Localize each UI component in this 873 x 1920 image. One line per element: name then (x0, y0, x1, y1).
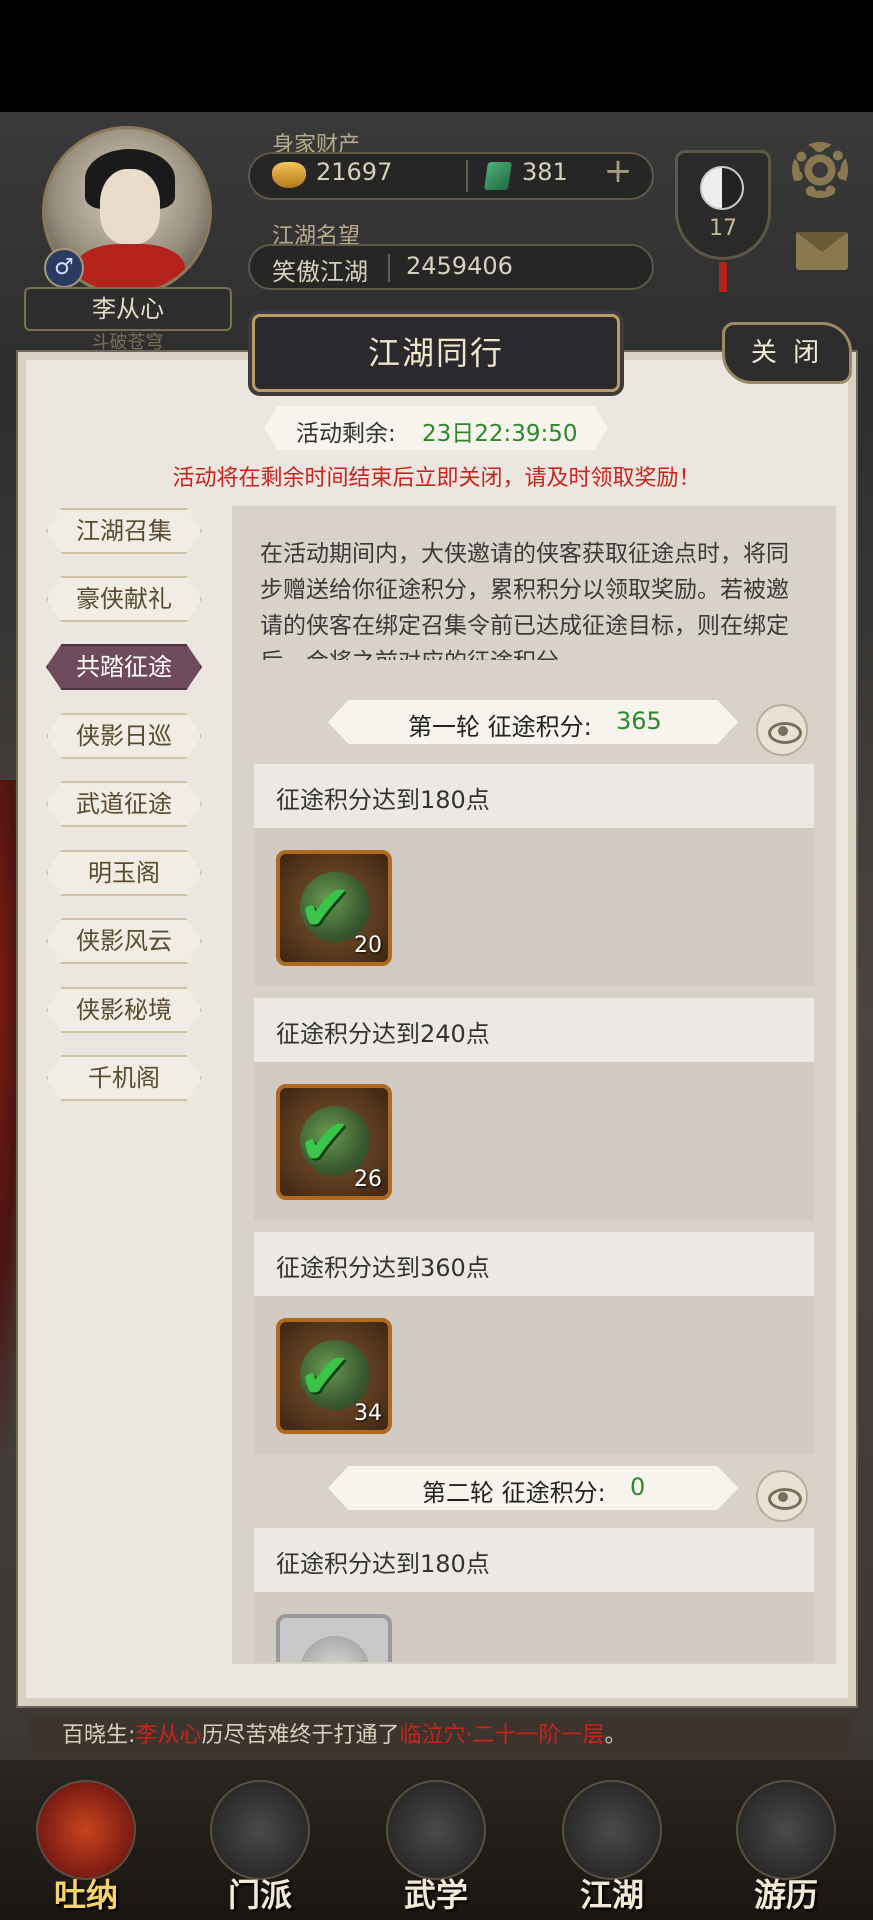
jade-icon (484, 162, 512, 190)
task-title: 征途积分达到180点 (276, 1550, 490, 1578)
item-count: 26 (354, 1167, 382, 1192)
sidebar-item-jianghu-zhaoji[interactable]: 江湖召集 (46, 508, 202, 554)
gender-male-icon: ♂ (44, 248, 84, 288)
eye-icon[interactable] (756, 704, 808, 756)
settings-gear-icon[interactable] (792, 142, 848, 198)
broadcast-prefix: 百晓生: (62, 1723, 136, 1748)
broadcast-middle: 历尽苦难终于打通了 (201, 1723, 400, 1748)
silver-orb-icon (300, 1636, 370, 1662)
sidebar-item-xiaying-mijing[interactable]: 侠影秘境 (46, 987, 202, 1033)
claimed-check-icon: ✔ (298, 1106, 352, 1180)
taiji-icon (700, 166, 744, 210)
fame-value: 2459406 (406, 252, 513, 280)
nav-wuxue[interactable]: 武学 (366, 1770, 506, 1916)
nav-label: 吐纳 (53, 1876, 118, 1914)
task-title: 征途积分达到360点 (276, 1254, 490, 1282)
horse-icon (736, 1780, 836, 1880)
nav-jianghu[interactable]: 江湖 (542, 1770, 682, 1916)
tassel-icon (719, 262, 727, 292)
sidebar-item-wudao-zhengtu[interactable]: 武道征途 (46, 781, 202, 827)
reward-item[interactable]: ✔ 20 (276, 850, 392, 966)
system-broadcast: 百晓生:李从心历尽苦难终于打通了临泣穴·二十一阶一层。 (30, 1716, 850, 1756)
reward-item[interactable]: ✔ 34 (276, 1318, 392, 1434)
gold-value: 21697 (316, 158, 393, 186)
broadcast-name: 李从心 (135, 1723, 202, 1748)
claimed-check-icon: ✔ (298, 1340, 352, 1414)
nav-label: 游历 (753, 1876, 818, 1914)
round1-label: 第一轮 征途积分: (408, 713, 592, 741)
straw-hat-icon (562, 1780, 662, 1880)
warning-text: 活动将在剩余时间结束后立即关闭，请及时领取奖励！ (172, 466, 701, 491)
sidebar-item-mingyu-ge[interactable]: 明玉阁 (46, 850, 202, 896)
nav-youli[interactable]: 游历 (716, 1770, 856, 1916)
wealth-bar (248, 152, 654, 200)
player-subtitle: 斗破苍穹 (91, 332, 164, 351)
level-number: 17 (709, 216, 737, 241)
claimed-check-icon: ✔ (298, 872, 352, 946)
nav-label: 江湖 (579, 1876, 644, 1914)
sidebar-item-gongta-zhengtu[interactable]: 共踏征途 (46, 644, 202, 690)
nav-label: 门派 (227, 1876, 292, 1914)
sidebar-item-haoxia-xianli[interactable]: 豪侠献礼 (46, 576, 202, 622)
round2-value: 0 (630, 1473, 646, 1501)
broadcast-suffix: 。 (604, 1723, 627, 1748)
gold-ingot-icon (272, 162, 306, 188)
divider (466, 160, 468, 192)
meditate-icon (36, 1780, 136, 1880)
jade-value: 381 (522, 158, 568, 186)
divider (388, 254, 390, 282)
add-currency-button[interactable]: + (600, 153, 636, 189)
status-bar (0, 0, 873, 112)
item-count: 20 (354, 933, 382, 958)
eye-icon[interactable] (756, 1470, 808, 1522)
round2-label: 第二轮 征途积分: (422, 1479, 606, 1507)
close-button[interactable]: 关 闭 (722, 322, 852, 384)
broadcast-place: 临泣穴·二十一阶一层 (399, 1723, 605, 1748)
avatar-face (100, 169, 160, 244)
timer-value: 23日22:39:50 (422, 421, 578, 447)
panel-title: 江湖同行 (367, 334, 504, 372)
sidebar-item-xiaying-fengyun[interactable]: 侠影风云 (46, 918, 202, 964)
round1-value: 365 (616, 707, 662, 735)
player-name: 李从心 (24, 287, 232, 331)
sidebar-item-qianji-ge[interactable]: 千机阁 (46, 1055, 202, 1101)
activity-description: 在活动期间内，大侠邀请的侠客获取征途点时，将同步赠送给你征途积分，累积积分以领取… (260, 541, 789, 660)
nav-tuna[interactable]: 吐纳 (16, 1770, 156, 1916)
task-title: 征途积分达到180点 (276, 786, 490, 814)
nav-label: 武学 (403, 1876, 468, 1914)
item-count: 34 (354, 1401, 382, 1426)
martial-book-icon (386, 1780, 486, 1880)
timer-label: 活动剩余: (296, 421, 396, 447)
reward-item[interactable]: ✔ 26 (276, 1084, 392, 1200)
sect-icon (210, 1780, 310, 1880)
task-title: 征途积分达到240点 (276, 1020, 490, 1048)
sidebar-item-xiaying-rixun[interactable]: 侠影日巡 (46, 713, 202, 759)
mail-icon[interactable] (796, 232, 848, 270)
fame-title: 笑傲江湖 (272, 258, 368, 286)
reward-item[interactable] (276, 1614, 392, 1662)
nav-menpai[interactable]: 门派 (190, 1770, 330, 1916)
